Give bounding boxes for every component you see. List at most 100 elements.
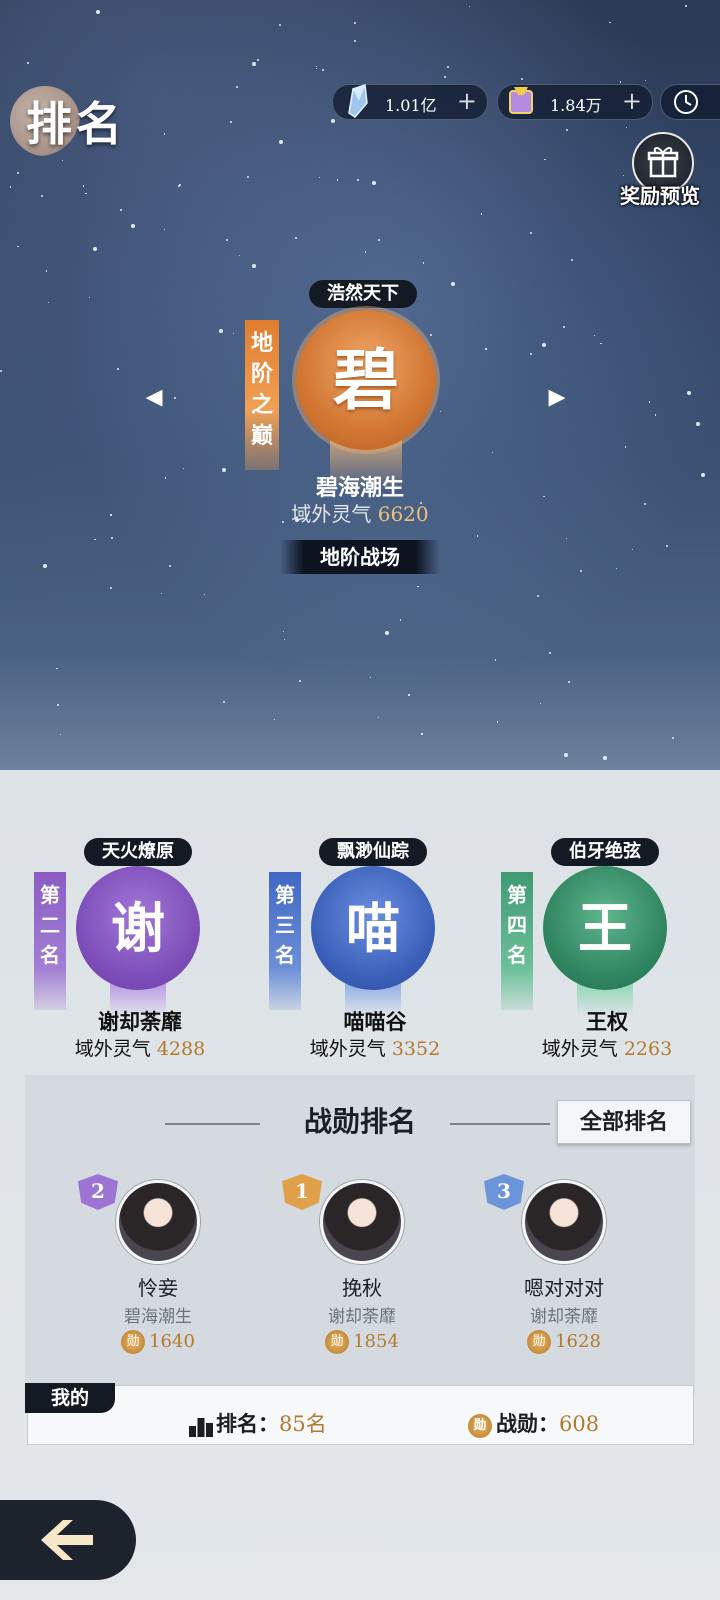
star	[56, 667, 58, 670]
star	[609, 22, 611, 24]
star	[218, 328, 223, 333]
star	[40, 195, 43, 198]
star	[666, 544, 669, 547]
star	[251, 263, 256, 268]
star	[283, 639, 286, 641]
player-name: 挽秋	[342, 1276, 382, 1300]
player-guild: 谢却荼靡	[530, 1307, 598, 1327]
star	[110, 537, 113, 540]
star	[109, 587, 112, 590]
star	[672, 737, 675, 740]
all-rankings-button[interactable]: 全部排名	[557, 1100, 691, 1144]
crystal-value: 1.01亿	[385, 96, 437, 115]
star	[648, 401, 651, 403]
star	[163, 229, 166, 231]
star	[443, 75, 446, 78]
star	[563, 753, 568, 758]
star	[377, 239, 380, 242]
star	[119, 209, 122, 212]
star	[319, 176, 321, 179]
reward-preview-label[interactable]: 奖励预览	[600, 180, 720, 209]
next-arrow-icon[interactable]: ▸	[540, 376, 574, 416]
player-guild: 谢却荼靡	[328, 1307, 396, 1327]
star	[17, 245, 19, 248]
star	[226, 239, 229, 242]
rank-card-aura-label: 域外灵气	[541, 1038, 618, 1060]
champion-emblem[interactable]: 碧	[296, 310, 436, 450]
rank-card-4[interactable]: 伯牙绝弦 第四名 王 王权 域外灵气 2263	[497, 838, 717, 1061]
star	[354, 22, 357, 25]
star	[252, 62, 257, 67]
merit-coin-icon: 勋	[468, 1413, 492, 1438]
battlefield-button[interactable]: 地阶战场	[280, 540, 440, 574]
rank-card-aura-value: 3352	[391, 1038, 441, 1060]
rank-card-server-tag: 伯牙绝弦	[551, 838, 659, 866]
rank-card-server-tag: 天火燎原	[84, 838, 192, 866]
star	[619, 81, 622, 83]
star	[408, 694, 410, 696]
star	[221, 467, 226, 472]
my-merit: 勋战勋：608	[468, 1408, 599, 1438]
rank-card-aura: 域外灵气 2263	[497, 1034, 717, 1061]
star	[600, 342, 602, 344]
star	[539, 702, 542, 704]
star	[631, 548, 634, 550]
star	[0, 370, 3, 373]
star	[93, 247, 98, 252]
star	[16, 172, 19, 175]
star	[570, 259, 573, 262]
star	[163, 133, 166, 135]
player-points: 勋 1640	[68, 1330, 248, 1354]
rank-card-emblem: 王	[543, 866, 667, 990]
rank-card-banner: 第三名	[269, 872, 301, 1010]
rank-card-aura: 域外灵气 3352	[265, 1034, 485, 1061]
star	[468, 5, 470, 8]
star	[283, 630, 285, 633]
rank-badge: 2	[78, 1174, 118, 1210]
rank-card-3[interactable]: 飘渺仙踪 第三名 喵 喵喵谷 域外灵气 3352	[265, 838, 485, 1061]
star	[161, 592, 163, 595]
star	[238, 255, 241, 257]
star	[439, 410, 442, 412]
back-button[interactable]	[0, 1500, 136, 1580]
star	[644, 79, 646, 81]
add-scroll-button[interactable]: +	[622, 87, 642, 115]
my-rank-value: 85名	[279, 1412, 327, 1436]
clock-button[interactable]	[660, 84, 720, 120]
player-points: 勋 1628	[474, 1330, 654, 1354]
my-merit-value: 608	[559, 1412, 600, 1436]
star	[95, 9, 100, 14]
add-crystal-button[interactable]: +	[457, 87, 477, 115]
rank-card-2[interactable]: 天火燎原 第二名 谢 谢却荼靡 域外灵气 4288	[30, 838, 250, 1060]
star	[529, 232, 532, 235]
star	[684, 5, 687, 8]
rank-card-name: 谢却荼靡	[98, 1009, 182, 1034]
star	[9, 186, 11, 188]
star	[622, 174, 624, 176]
champion-aura-label: 域外灵气	[291, 502, 372, 526]
rank-card-aura-value: 2263	[623, 1038, 673, 1060]
merit-player-3[interactable]: 3 嗯对对对 谢却荼靡 勋 1628	[474, 1174, 654, 1360]
merit-coin-icon: 勋	[325, 1330, 350, 1354]
star	[567, 681, 570, 684]
champion-aura-value: 6620	[377, 502, 429, 526]
star	[654, 414, 657, 416]
rank-card-aura-value: 4288	[156, 1038, 206, 1060]
star	[537, 594, 540, 597]
merit-player-1[interactable]: 1 挽秋 谢却荼靡 勋 1854	[272, 1174, 452, 1360]
page-title-text: 排名	[26, 97, 126, 151]
star	[529, 353, 532, 356]
star	[203, 593, 205, 596]
star	[82, 185, 84, 187]
star	[278, 139, 283, 144]
my-rank-label: 排名：	[216, 1411, 279, 1436]
merit-player-2[interactable]: 2 怜妾 碧海潮生 勋 1640	[68, 1174, 248, 1360]
star	[378, 716, 380, 719]
star	[521, 78, 524, 81]
star	[616, 568, 618, 570]
star	[322, 68, 325, 71]
prev-arrow-icon[interactable]: ◂	[137, 376, 171, 416]
my-ranking-tag: 我的	[25, 1383, 115, 1413]
star	[59, 734, 62, 736]
star	[315, 65, 318, 67]
